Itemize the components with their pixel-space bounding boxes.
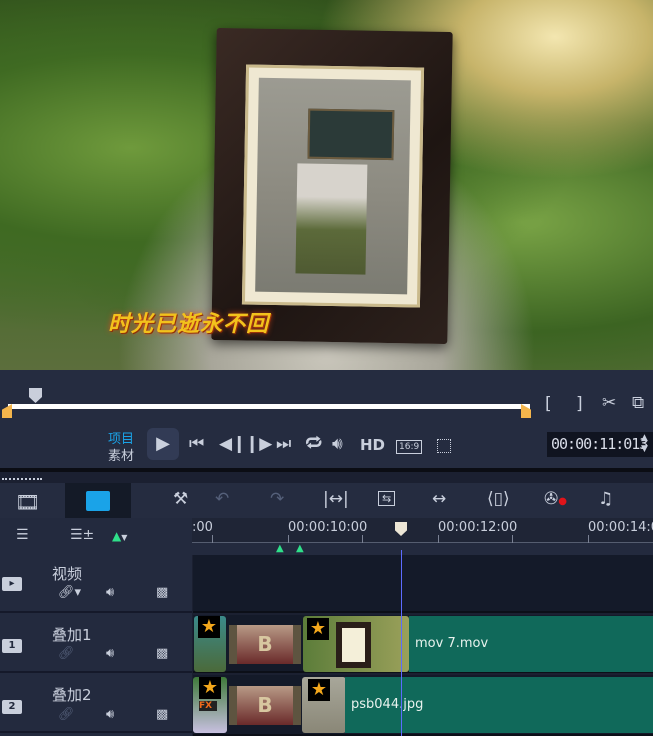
ruler-label: 00:00:10:00 [288,520,368,535]
tools-icon[interactable]: ⚒ [173,491,188,508]
prev-frame-icon[interactable]: ◀❙ [219,436,246,453]
selection-tool-icon[interactable] [437,439,451,453]
track-header-overlay1[interactable] [0,615,192,673]
overlay-track-icon: 1 [2,639,22,653]
mute-icon[interactable]: 🔊︎ [106,647,114,660]
link-icon[interactable]: 🔗︎▾ [58,586,81,599]
star-icon: ★ [199,677,221,699]
title-caption: 时光已逝永不回 [108,311,270,337]
star-icon: ★ [308,679,330,701]
aspect-ratio-button[interactable]: 16:9 [396,440,423,454]
clip[interactable]: ★ [303,616,409,672]
scissors-icon[interactable]: ✂ [602,395,616,412]
chapter-marker[interactable]: ▲ [276,543,284,554]
track-manager-icon[interactable]: ☰ [16,528,29,542]
add-marker-icon[interactable]: ▲▼ [112,529,127,543]
ruler-label: 00:00:12:00 [438,520,518,535]
link-icon[interactable]: 🔗︎ [58,647,75,660]
photo-frame [211,27,453,345]
ruler-label: 00:00:14:00 [588,520,653,535]
photo [255,77,411,295]
play-button[interactable]: ▶ [147,428,179,460]
end-icon[interactable]: ⏭ [276,436,291,453]
link-icon[interactable]: 🔗︎ [58,708,75,721]
transparency-icon[interactable]: ▩ [156,647,168,660]
mark-out-icon[interactable]: ] [576,396,583,413]
clip[interactable]: ★ [302,677,346,733]
copy-icon[interactable]: ⧉ [632,395,644,412]
transition-clip[interactable]: B [229,625,301,664]
home-icon[interactable]: ⏮ [189,436,204,453]
mute-icon[interactable]: 🔊︎ [106,708,114,721]
transparency-icon[interactable]: ▩ [156,708,168,721]
track-name: 叠加1 [52,626,92,644]
transition-clip[interactable]: B [229,686,301,725]
transparency-icon[interactable]: ▩ [156,586,168,599]
track-body-video[interactable] [193,555,653,613]
blackboard [307,108,395,161]
fx-icon: FX [199,701,217,711]
scrubber-bar[interactable] [8,404,530,409]
zoom-to-fit-icon[interactable]: ⇆ [378,491,396,506]
clip[interactable]: mov 7.mov [409,616,653,672]
mode-clip[interactable]: 素材 [108,445,134,464]
storyboard-icon[interactable]: 🎞︎ [15,490,40,514]
star-icon: ★ [198,616,220,638]
timecode-stepper[interactable]: ▲ ▼ [641,433,648,455]
clip[interactable]: ★ [194,616,226,672]
timeline-ruler[interactable] [192,518,653,543]
ruler-label: :00 [192,520,213,535]
fit-icon[interactable]: |↔| [323,491,349,508]
next-frame-icon[interactable]: ❙▶ [245,436,272,453]
volume-icon[interactable]: 🔊︎ [332,436,343,453]
star-icon: ★ [307,618,329,640]
video-track-icon: ▸ [2,577,22,591]
mark-in-icon[interactable]: [ [545,396,552,413]
clip[interactable]: psb044.jpg [345,677,653,733]
mute-icon[interactable]: 🔊︎ [106,586,114,599]
frame-mat [241,64,425,308]
redo-icon[interactable]: ↷ [270,491,284,508]
track-name: 视频 [52,565,83,583]
people [295,163,368,275]
audio-icon[interactable]: ♫ [598,491,613,508]
multi-trim-icon[interactable]: ⟨▯⟩ [487,491,510,508]
hd-toggle[interactable]: HD [360,436,385,454]
clip[interactable]: ★ FX [193,677,227,733]
track-name: 叠加2 [52,686,92,704]
track-header-overlay2[interactable] [0,675,192,733]
split-icon[interactable]: ↔ [432,491,446,508]
track-header-video[interactable] [0,555,192,613]
resize-grip[interactable] [2,478,42,480]
timecode-display[interactable]: 00:00:11:013 [547,432,653,457]
record-icon[interactable]: ✇● [544,491,567,508]
preview-window[interactable]: 时光已逝永不回 [0,0,653,370]
play-icon: ▶ [156,433,170,454]
add-track-icon[interactable]: ☰± [70,528,94,542]
undo-icon[interactable]: ↶ [215,491,229,508]
marker-strip[interactable] [192,543,653,555]
chapter-marker[interactable]: ▲ [296,543,304,554]
divider [0,468,653,472]
timeline-icon[interactable] [86,491,110,511]
overlay-track-icon: 2 [2,700,22,714]
repeat-icon[interactable]: 🔁︎ [305,436,322,453]
playhead-line [401,550,402,736]
